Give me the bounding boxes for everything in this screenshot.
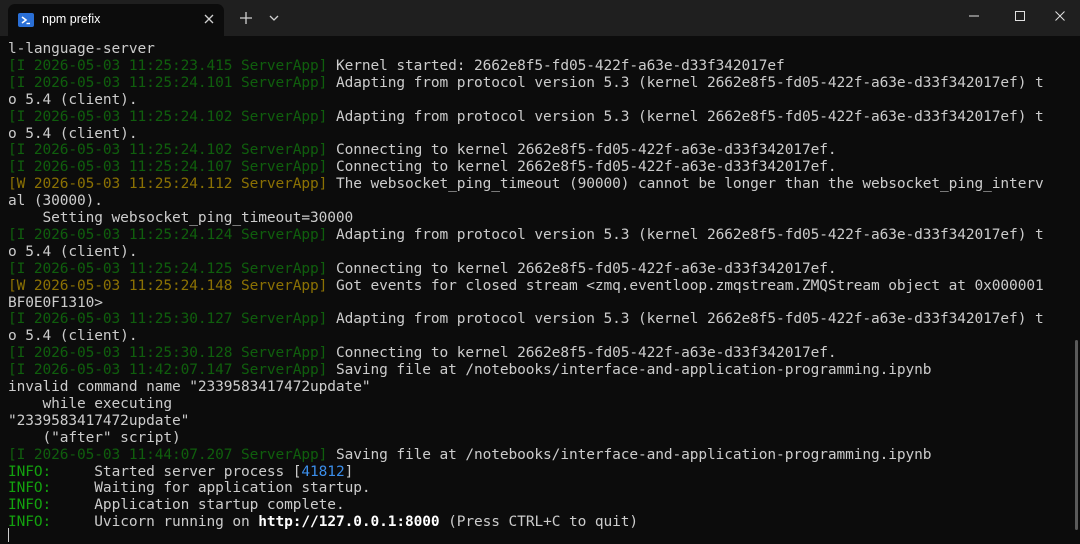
log-text: Setting websocket_ping_timeout=30000 xyxy=(8,210,354,226)
log-text: Started server process [ xyxy=(51,463,302,480)
terminal-line: [W 2026-05-03 11:25:24.112 ServerApp] Th… xyxy=(8,176,1044,193)
log-prefix: [I 2026-05-03 11:25:30.127 ServerApp] xyxy=(8,311,328,328)
terminal-line: [I 2026-05-03 11:25:24.124 ServerApp] Ad… xyxy=(8,227,1044,244)
minimize-icon xyxy=(969,15,979,17)
terminal-line: BF0E0F1310> xyxy=(8,295,103,312)
server-url: http://127.0.0.1:8000 xyxy=(258,514,440,531)
terminal-line: o 5.4 (client). xyxy=(8,243,138,261)
log-prefix: [I 2026-05-03 11:25:30.128 ServerApp] xyxy=(8,345,328,362)
log-prefix: [W 2026-05-03 11:25:24.112 ServerApp] xyxy=(8,176,328,193)
log-text: Connecting to kernel 2662e8f5-fd05-422f-… xyxy=(327,159,837,176)
log-text: Kernel started: 2662e8f5-fd05-422f-a63e-… xyxy=(327,57,785,74)
close-icon xyxy=(1055,11,1065,21)
log-text: Saving file at /notebooks/interface-and-… xyxy=(327,362,932,379)
terminal-line: [I 2026-05-03 11:25:24.107 ServerApp] Co… xyxy=(8,159,837,176)
info-label: INFO: xyxy=(8,480,52,497)
log-prefix: [I 2026-05-03 11:25:24.124 ServerApp] xyxy=(8,226,328,243)
terminal-line: "2339583417472update" xyxy=(8,413,189,430)
tab-npm-prefix[interactable]: npm prefix xyxy=(8,4,224,36)
terminal-line: [I 2026-05-03 11:25:24.102 ServerApp] Ad… xyxy=(8,109,1044,126)
terminal-line: o 5.4 (client). xyxy=(8,125,138,143)
log-prefix: [I 2026-05-03 11:25:24.102 ServerApp] xyxy=(8,142,328,159)
terminal-line: [I 2026-05-03 11:44:07.207 ServerApp] Sa… xyxy=(8,446,932,464)
log-text: Uvicorn running on xyxy=(51,514,259,531)
log-text: Application startup complete. xyxy=(51,497,345,514)
terminal-output[interactable]: l-language-server [I 2026-05-03 11:25:23.… xyxy=(0,38,1070,544)
chevron-down-icon[interactable] xyxy=(267,12,281,24)
close-button[interactable] xyxy=(1037,0,1080,32)
log-text: Adapting from protocol version 5.3 (kern… xyxy=(327,74,1044,91)
log-text: Adapting from protocol version 5.3 (kern… xyxy=(327,108,1044,125)
log-text: Adapting from protocol version 5.3 (kern… xyxy=(327,311,1044,328)
terminal-line: INFO: Waiting for application startup. xyxy=(8,480,371,497)
log-text: o 5.4 (client). xyxy=(8,125,138,142)
plus-icon[interactable] xyxy=(238,10,254,26)
terminal-line: [I 2026-05-03 11:25:30.128 ServerApp] Co… xyxy=(8,345,837,362)
terminal-line: INFO: Uvicorn running on http://127.0.0.… xyxy=(8,514,638,531)
log-text: The websocket_ping_timeout (90000) canno… xyxy=(327,176,1044,193)
terminal-line: INFO: Started server process [41812] xyxy=(8,464,353,481)
log-suffix: (Press CTRL+C to quit) xyxy=(439,514,638,531)
log-prefix: [W 2026-05-03 11:25:24.148 ServerApp] xyxy=(8,277,328,294)
log-prefix: [I 2026-05-03 11:44:07.207 ServerApp] xyxy=(8,446,328,463)
terminal-line: while executing xyxy=(8,395,173,413)
terminal-line: [I 2026-05-03 11:42:07.147 ServerApp] Sa… xyxy=(8,362,932,379)
log-prefix: [I 2026-05-03 11:25:24.101 ServerApp] xyxy=(8,74,328,91)
log-text: BF0E0F1310> xyxy=(8,294,103,311)
log-suffix: ] xyxy=(344,463,354,480)
log-text: Adapting from protocol version 5.3 (kern… xyxy=(327,226,1044,243)
info-label: INFO: xyxy=(8,463,52,480)
log-text: invalid command name "2339583417472updat… xyxy=(8,379,371,395)
terminal-line: [I 2026-05-03 11:25:24.102 ServerApp] Co… xyxy=(8,142,837,159)
log-text: l-language-server xyxy=(8,41,155,57)
terminal-line: [I 2026-05-03 11:25:24.101 ServerApp] Ad… xyxy=(8,75,1044,92)
powershell-icon xyxy=(18,13,34,27)
info-label: INFO: xyxy=(8,514,52,531)
log-prefix: [I 2026-05-03 11:25:23.415 ServerApp] xyxy=(8,57,328,74)
log-prefix: [I 2026-05-03 11:25:24.107 ServerApp] xyxy=(8,159,328,176)
tab-title: npm prefix xyxy=(42,12,101,26)
log-prefix: [I 2026-05-03 11:42:07.147 ServerApp] xyxy=(8,362,328,379)
process-id: 41812 xyxy=(301,463,345,480)
maximize-icon xyxy=(1015,11,1025,21)
terminal-line: INFO: Application startup complete. xyxy=(8,497,345,514)
terminal-line: ("after" script) xyxy=(8,430,181,447)
terminal-line: invalid command name "2339583417472updat… xyxy=(8,379,371,396)
terminal-line: [I 2026-05-03 11:25:24.125 ServerApp] Co… xyxy=(8,260,837,278)
close-tab-icon[interactable] xyxy=(202,12,216,26)
log-text: al (30000). xyxy=(8,193,103,210)
terminal-line: l-language-server xyxy=(8,41,155,58)
terminal-line: [I 2026-05-03 11:25:30.127 ServerApp] Ad… xyxy=(8,311,1044,328)
log-prefix: [I 2026-05-03 11:25:24.102 ServerApp] xyxy=(8,108,328,125)
log-text: o 5.4 (client). xyxy=(8,328,138,345)
minimize-button[interactable] xyxy=(951,0,997,32)
terminal-line: [W 2026-05-03 11:25:24.148 ServerApp] Go… xyxy=(8,278,1044,295)
log-text: Got events for closed stream <zmq.eventl… xyxy=(327,277,1044,294)
scrollbar[interactable] xyxy=(1075,340,1078,530)
log-text: o 5.4 (client). xyxy=(8,243,138,260)
log-text: ("after" script) xyxy=(8,429,181,446)
terminal-line: Setting websocket_ping_timeout=30000 xyxy=(8,210,354,227)
log-text: Connecting to kernel 2662e8f5-fd05-422f-… xyxy=(327,345,837,362)
title-bar: npm prefix xyxy=(0,0,1080,36)
log-text: "2339583417472update" xyxy=(8,412,190,429)
info-label: INFO: xyxy=(8,497,52,514)
terminal-line: [I 2026-05-03 11:25:23.415 ServerApp] Ke… xyxy=(8,58,785,75)
text-cursor xyxy=(8,528,9,542)
log-text: Saving file at /notebooks/interface-and-… xyxy=(327,446,932,463)
log-text: Connecting to kernel 2662e8f5-fd05-422f-… xyxy=(327,142,837,159)
log-text: while executing xyxy=(8,395,173,412)
terminal-line: al (30000). xyxy=(8,193,103,210)
terminal-line: o 5.4 (client). xyxy=(8,328,138,345)
log-prefix: [I 2026-05-03 11:25:24.125 ServerApp] xyxy=(8,260,328,277)
log-text: o 5.4 (client). xyxy=(8,91,138,108)
terminal-line: o 5.4 (client). xyxy=(8,91,138,109)
log-text: Connecting to kernel 2662e8f5-fd05-422f-… xyxy=(327,260,837,277)
log-text: Waiting for application startup. xyxy=(51,480,371,497)
